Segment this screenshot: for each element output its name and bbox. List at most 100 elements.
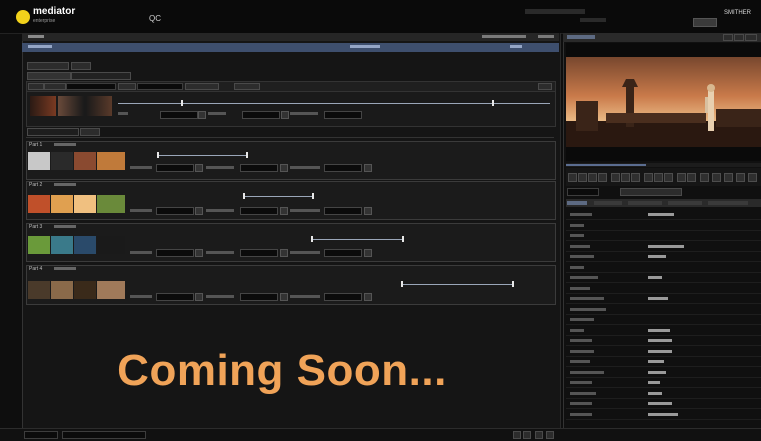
part-3-out-handle[interactable]: [402, 236, 404, 242]
video-frame[interactable]: [566, 43, 761, 161]
mode-select[interactable]: [137, 83, 183, 90]
part-2-duration-field[interactable]: [324, 207, 362, 215]
menu-item-view[interactable]: [482, 35, 526, 38]
prev-page-icon[interactable]: [513, 431, 521, 439]
part-3-in-handle[interactable]: [311, 236, 313, 242]
part-2-out-handle[interactable]: [312, 193, 314, 199]
part-2-in-field[interactable]: [156, 207, 194, 215]
mark-in-icon[interactable]: [611, 173, 620, 182]
part-sublabel-1: [54, 143, 76, 146]
step-back-icon[interactable]: [578, 173, 587, 182]
filter-input[interactable]: [27, 128, 79, 136]
tool-button-1[interactable]: [28, 83, 44, 90]
tab-technical[interactable]: [594, 201, 622, 205]
export-icon[interactable]: [546, 431, 554, 439]
part-4-duration-field[interactable]: [324, 293, 362, 301]
part-3-range[interactable]: [312, 239, 404, 240]
stop-icon[interactable]: [621, 173, 630, 182]
master-out-button[interactable]: [281, 111, 289, 119]
part-3-duration-button[interactable]: [364, 249, 372, 257]
part-2-duration-button[interactable]: [364, 207, 372, 215]
preview-option-2[interactable]: [734, 34, 744, 41]
format-select[interactable]: [66, 83, 116, 90]
part-3-duration-field[interactable]: [324, 249, 362, 257]
tab-metadata[interactable]: [567, 201, 587, 205]
part-4-range[interactable]: [402, 284, 514, 285]
tab-markers[interactable]: [71, 72, 131, 80]
part-2-range[interactable]: [244, 196, 314, 197]
refresh-icon[interactable]: [535, 431, 543, 439]
part-1-out-field[interactable]: [240, 164, 278, 172]
preview-option-1[interactable]: [723, 34, 733, 41]
settings-icon[interactable]: [736, 173, 745, 182]
master-in-field[interactable]: [160, 111, 198, 119]
part-4-out-field[interactable]: [240, 293, 278, 301]
part-1-out-handle[interactable]: [246, 152, 248, 158]
tab-segments[interactable]: [27, 72, 71, 80]
split-button[interactable]: [80, 128, 100, 136]
frame-back-icon[interactable]: [588, 173, 597, 182]
part-4-out-button[interactable]: [280, 293, 288, 301]
master-duration-field[interactable]: [324, 111, 362, 119]
tool-button-6[interactable]: [538, 83, 552, 90]
part-1-in-handle[interactable]: [157, 152, 159, 158]
tab-video[interactable]: [668, 201, 702, 205]
part-1-out-button[interactable]: [280, 164, 288, 172]
search-field[interactable]: [62, 431, 146, 439]
master-in-handle[interactable]: [181, 100, 183, 106]
audio-icon[interactable]: [700, 173, 709, 182]
preview-option-3[interactable]: [745, 34, 757, 41]
tab-preview[interactable]: [567, 35, 595, 39]
step-forward-icon[interactable]: [654, 173, 663, 182]
part-3-in-button[interactable]: [195, 249, 203, 257]
part-4-in-button[interactable]: [195, 293, 203, 301]
part-2-in-handle[interactable]: [243, 193, 245, 199]
part-2-in-label: [130, 209, 152, 212]
tool-button-5[interactable]: [234, 83, 260, 90]
part-1-duration-button[interactable]: [364, 164, 372, 172]
part-4-out-label: [206, 295, 234, 298]
add-button[interactable]: [71, 62, 91, 70]
part-4-out-handle[interactable]: [512, 281, 514, 287]
play-reverse-icon[interactable]: [598, 173, 607, 182]
part-4-in-field[interactable]: [156, 293, 194, 301]
more-icon[interactable]: [748, 173, 757, 182]
menu-item-file[interactable]: [28, 35, 44, 38]
part-2-out-field[interactable]: [240, 207, 278, 215]
part-1-duration-field[interactable]: [324, 164, 362, 172]
page-select[interactable]: [24, 431, 58, 439]
volume-icon[interactable]: [712, 173, 721, 182]
tab-audio[interactable]: [628, 201, 662, 205]
part-3-out-field[interactable]: [240, 249, 278, 257]
segment-button[interactable]: [27, 62, 69, 70]
tool-button-2[interactable]: [44, 83, 66, 90]
part-4-in-handle[interactable]: [401, 281, 403, 287]
part-1-in-field[interactable]: [156, 164, 194, 172]
mark-out-icon[interactable]: [677, 173, 686, 182]
zoom-select[interactable]: [567, 188, 599, 196]
part-2-in-button[interactable]: [195, 207, 203, 215]
part-3-in-field[interactable]: [156, 249, 194, 257]
part-4-duration-button[interactable]: [364, 293, 372, 301]
part-2-out-button[interactable]: [280, 207, 288, 215]
loop-icon[interactable]: [687, 173, 696, 182]
menu-item-help[interactable]: [538, 35, 554, 38]
part-1-range[interactable]: [158, 155, 248, 156]
part-3-out-button[interactable]: [280, 249, 288, 257]
logout-button[interactable]: [693, 18, 717, 27]
master-out-handle[interactable]: [492, 100, 494, 106]
next-page-icon[interactable]: [523, 431, 531, 439]
tool-button-4[interactable]: [185, 83, 219, 90]
master-in-button[interactable]: [198, 111, 206, 119]
property-row: [566, 326, 761, 336]
fullscreen-icon[interactable]: [724, 173, 733, 182]
forward-icon[interactable]: [664, 173, 673, 182]
part-1-in-button[interactable]: [195, 164, 203, 172]
tab-history[interactable]: [708, 201, 748, 205]
part-2-thumbnail-3: [74, 195, 96, 213]
frame-forward-icon[interactable]: [644, 173, 653, 182]
tool-button-3[interactable]: [118, 83, 136, 90]
master-out-field[interactable]: [242, 111, 280, 119]
play-icon[interactable]: [631, 173, 640, 182]
rewind-icon[interactable]: [568, 173, 577, 182]
